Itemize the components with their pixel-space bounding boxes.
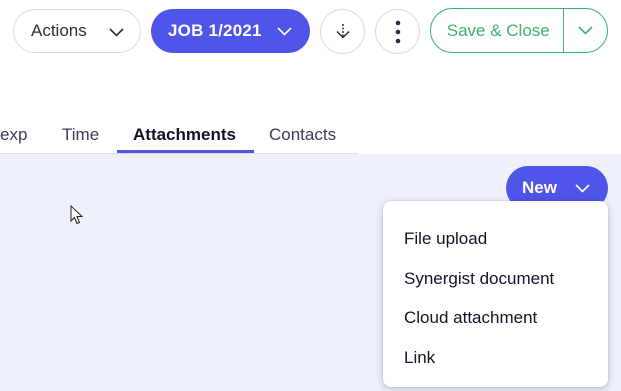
new-label: New xyxy=(522,178,557,197)
more-vertical-icon xyxy=(395,20,400,43)
save-close-label: Save & Close xyxy=(446,20,550,40)
menu-item-file-upload[interactable]: File upload xyxy=(404,229,487,249)
chevron-down-icon xyxy=(578,26,593,35)
chevron-down-icon xyxy=(109,28,124,37)
menu-item-synergist-document[interactable]: Synergist document xyxy=(404,269,554,289)
tab-attachments[interactable]: Attachments xyxy=(133,125,236,145)
actions-button[interactable]: Actions xyxy=(13,9,141,53)
download-button[interactable] xyxy=(320,9,365,54)
save-close-button[interactable]: Save & Close xyxy=(431,9,563,52)
mouse-pointer-icon xyxy=(70,205,84,225)
chevron-down-icon xyxy=(277,27,292,36)
menu-item-link[interactable]: Link xyxy=(404,348,435,368)
download-icon xyxy=(335,23,350,39)
tab-exp[interactable]: exp xyxy=(0,125,27,145)
actions-label: Actions xyxy=(31,21,87,40)
tab-divider xyxy=(0,153,358,154)
job-page: Actions JOB 1/2021 Save & Close exp Time… xyxy=(0,0,621,391)
tab-contacts[interactable]: Contacts xyxy=(269,125,336,145)
save-close-group: Save & Close xyxy=(430,8,608,53)
save-options-button[interactable] xyxy=(563,9,607,52)
more-options-button[interactable] xyxy=(375,9,420,54)
chevron-down-icon xyxy=(575,184,590,193)
job-label: JOB 1/2021 xyxy=(168,21,262,40)
job-selector-button[interactable]: JOB 1/2021 xyxy=(151,9,310,53)
menu-item-cloud-attachment[interactable]: Cloud attachment xyxy=(404,308,537,328)
tab-time[interactable]: Time xyxy=(62,125,99,145)
tab-bar: exp Time Attachments Contacts xyxy=(0,119,621,155)
new-menu: File upload Synergist document Cloud att… xyxy=(383,201,608,387)
